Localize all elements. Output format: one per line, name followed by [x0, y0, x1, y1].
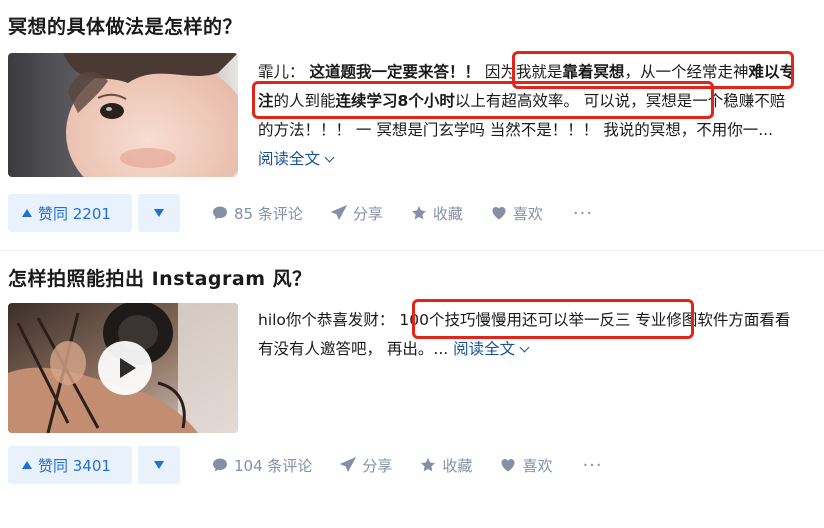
downvote-button[interactable] — [138, 194, 180, 232]
author-name[interactable]: hilo你个恭喜发财： — [258, 311, 394, 329]
answer-thumbnail[interactable] — [8, 53, 238, 177]
play-icon — [119, 358, 136, 378]
downvote-button[interactable] — [138, 446, 180, 484]
like-button[interactable]: 喜欢 — [500, 455, 552, 476]
read-more-link[interactable]: 阅读全文 — [453, 340, 530, 358]
answer-excerpt[interactable]: hilo你个恭喜发财： 100个技巧慢慢用还可以举一反三 专业修图软件方面看看有… — [258, 306, 798, 364]
play-button[interactable] — [98, 341, 152, 395]
heart-icon — [492, 207, 506, 220]
comment-button[interactable]: 104 条评论 — [212, 455, 312, 476]
favorite-button[interactable]: 收藏 — [420, 455, 472, 476]
answer-thumbnail[interactable] — [8, 303, 238, 433]
author-name[interactable]: 霏儿： — [258, 63, 305, 81]
triangle-down-icon — [154, 461, 164, 469]
share-button[interactable]: 分享 — [340, 455, 392, 476]
heart-icon — [501, 459, 515, 472]
comment-icon — [213, 206, 227, 220]
favorite-button[interactable]: 收藏 — [411, 203, 463, 224]
chevron-down-icon — [324, 152, 335, 163]
share-icon — [330, 205, 347, 221]
upvote-button[interactable]: 赞同 3401 — [8, 446, 132, 484]
more-options-button[interactable]: ··· — [573, 203, 593, 224]
triangle-up-icon — [22, 209, 32, 217]
triangle-down-icon — [154, 209, 164, 217]
read-more-link[interactable]: 阅读全文 — [258, 150, 335, 168]
star-icon — [421, 458, 436, 472]
card-divider — [0, 250, 824, 251]
chevron-down-icon — [519, 342, 530, 353]
share-icon — [340, 457, 357, 473]
question-title[interactable]: 冥想的具体做法是怎样的？ — [8, 12, 242, 39]
star-icon — [411, 206, 426, 220]
answer-card: 怎样拍照能拍出 Instagram 风？ hilo你个恭喜发财： 100个技巧慢… — [0, 254, 824, 528]
upvote-button[interactable]: 赞同 2201 — [8, 194, 132, 232]
excerpt-bold-1: 这道题我一定要来答！！ — [309, 63, 480, 81]
like-button[interactable]: 喜欢 — [491, 203, 543, 224]
triangle-up-icon — [22, 461, 32, 469]
comment-button[interactable]: 85 条评论 — [212, 203, 303, 224]
thumbnail-image — [8, 53, 238, 177]
answer-card: 冥想的具体做法是怎样的？ 霏儿： 这道题我一定要来答！！ 因为我就是靠着冥想，从… — [0, 0, 824, 250]
more-options-button[interactable]: ··· — [582, 455, 602, 476]
question-title[interactable]: 怎样拍照能拍出 Instagram 风？ — [8, 264, 312, 291]
comment-icon — [213, 458, 227, 472]
share-button[interactable]: 分享 — [330, 203, 383, 224]
answer-excerpt[interactable]: 霏儿： 这道题我一定要来答！！ 因为我就是靠着冥想，从一个经常走神难以专注的人到… — [258, 58, 798, 174]
answer-actions: 赞同 2201 85 条评论 分享 收藏 喜欢 ··· — [8, 193, 593, 233]
answer-actions: 赞同 3401 104 条评论 分享 收藏 喜欢 ··· — [8, 445, 603, 485]
